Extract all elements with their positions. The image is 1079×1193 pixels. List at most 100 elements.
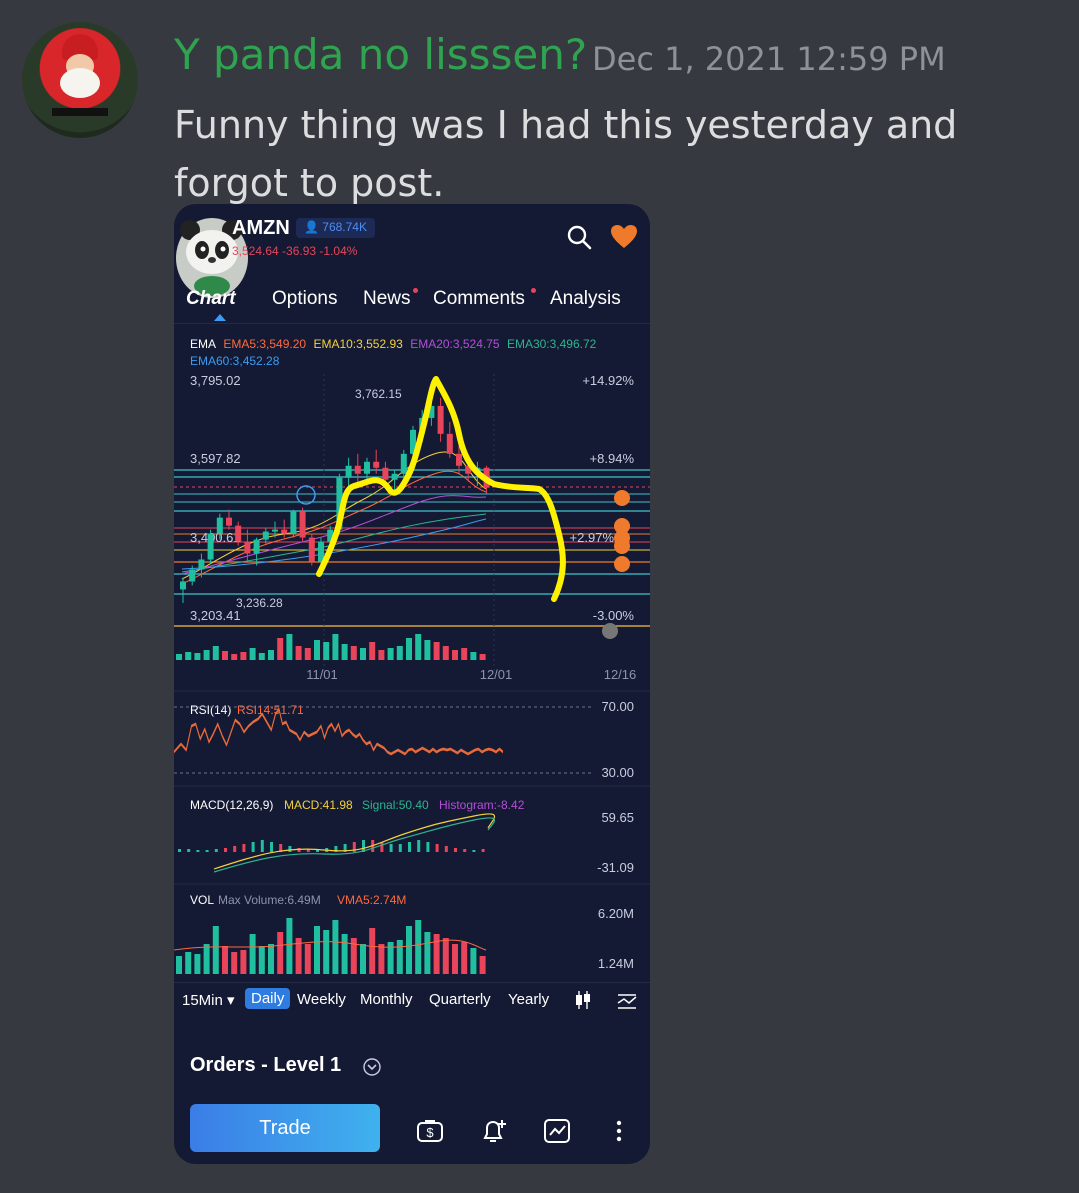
candlestick-type-icon[interactable] [572,989,594,1011]
price-alert-icons[interactable] [614,490,630,572]
main-volume-bar [295,646,302,660]
candle-body [373,461,380,468]
vol-pane-bar [341,934,348,974]
vol-pane-bar [479,956,486,974]
macd-hist-bar [260,840,264,852]
macd-hist-bar [444,846,448,852]
main-volume-bar [258,653,265,660]
macd-hist-bar [214,849,218,852]
username[interactable]: Y panda no lisssen? [174,30,587,79]
main-volume-bar [249,648,256,660]
macd-hist-bar [435,844,439,852]
pct-label-high: +14.92% [582,373,634,388]
macd-hist-bar [454,848,457,852]
vol-pane-bar [433,934,440,974]
trade-button[interactable]: Trade [190,1104,380,1152]
main-volume-bar [378,650,385,660]
vol-pane-bar [203,944,210,974]
main-volume-bar [452,650,458,660]
volume-bars [176,918,486,974]
period-monthly[interactable]: Monthly [360,991,413,1008]
candle-body [382,467,389,480]
macd-hist-bar [196,850,200,852]
more-options-icon[interactable] [604,1116,634,1146]
period-yearly[interactable]: Yearly [508,991,549,1008]
candle-body [308,537,315,562]
macd-lower-label: -31.09 [597,860,634,875]
vol-pane-bar [212,926,219,974]
period-daily[interactable]: Daily [245,988,291,1009]
main-volume-bar [470,652,477,660]
main-volume-bar [396,646,403,660]
date-label-3: 12/16 [604,667,637,682]
stock-chart[interactable]: 3,795.02 +14.92% 3,762.15 3,597.82 +8.94… [174,204,650,984]
main-volume-bar [332,634,339,660]
macd-hist-bar [233,846,237,852]
candle-body [272,529,278,532]
vol-upper-label: 6.20M [598,906,634,921]
period-15min[interactable]: 15Min ▾ [182,991,235,1009]
rsi-upper-label: 70.00 [601,699,634,714]
candle-body [180,581,186,590]
price-label-low: 3,203.41 [190,608,241,623]
vol-pane-bar [240,950,247,974]
macd-hist-bar [251,842,255,852]
dollar-wallet-icon[interactable]: $ [415,1116,445,1146]
date-label-2: 12/01 [480,667,513,682]
macd-hist-bar [426,842,430,852]
vol-vma: VMA5:2.74M [337,893,406,907]
macd-hist-bar [224,848,227,852]
event-marker-icon[interactable] [296,485,316,505]
orders-title: Orders - Level 1 [190,1054,342,1076]
macd-hist-bar [270,842,273,852]
macd-hist-bar [205,850,209,852]
message-timestamp: Dec 1, 2021 12:59 PM [592,40,946,78]
main-volume-bar [277,638,284,660]
santa-beard [60,68,100,98]
reset-zoom-icon[interactable] [602,623,618,639]
candle-body [290,511,297,534]
vol-max: Max Volume:6.49M [218,893,321,907]
candle-body [391,473,398,480]
vol-pane-bar [452,944,458,974]
macd-hist-bar [481,849,485,852]
candle-body [456,453,462,466]
vol-pane-bar [323,930,330,974]
vol-pane-bar [360,944,366,974]
vol-pane-bar [415,920,422,974]
period-weekly[interactable]: Weekly [297,991,346,1008]
svg-text:$: $ [426,1125,434,1140]
macd-hist-bar [472,850,476,852]
main-volume-bar [203,650,210,660]
chart-box-icon[interactable] [542,1116,572,1146]
macd-hist-bar [417,840,421,852]
candle-body [207,533,214,560]
vol-pane-bar [332,920,339,974]
message-text: Funny thing was I had this yesterday and… [174,103,958,205]
main-volume-bar [360,648,366,660]
macd-hist-bar [288,846,292,852]
main-volume-bar [222,651,228,660]
macd-hist-bar [389,844,393,852]
indicators-icon[interactable] [616,989,638,1011]
add-alert-bell-icon[interactable] [479,1116,509,1146]
macd-hist-bar [178,849,181,852]
price-grid [174,374,650,674]
macd-upper-label: 59.65 [601,810,634,825]
main-volume-bar [424,640,431,660]
main-volume-bar [387,648,394,660]
candle-body [354,465,361,474]
main-volume-bar [341,644,348,660]
rsi-title: RSI(14) [190,703,231,717]
candle-body [364,461,370,474]
candle-body [226,517,232,526]
macd-hist-bar [380,842,384,852]
user-avatar[interactable] [22,22,138,138]
period-quarterly[interactable]: Quarterly [429,991,491,1008]
macd-signal: Signal:50.40 [362,798,429,812]
vol-title: VOL [190,893,214,907]
main-volume-bar [433,642,440,660]
attached-screenshot[interactable]: AMZN 👤 768.74K 3,524.64 -36.93 -1.04% Ch… [174,204,650,1164]
chevron-down-icon[interactable] [362,1057,382,1077]
vol-pane-bar [314,926,320,974]
